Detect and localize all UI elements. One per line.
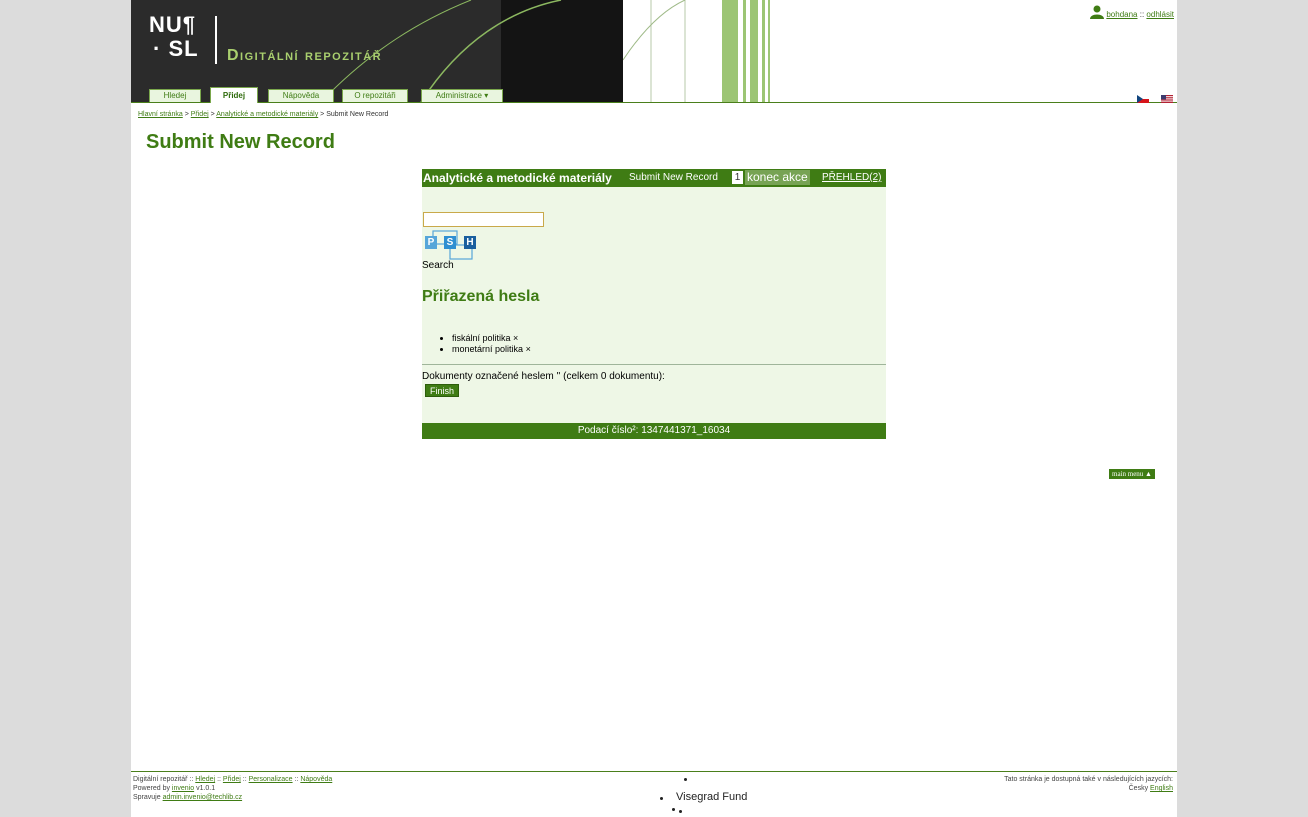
tab-pridej[interactable]: Přidej xyxy=(210,87,258,103)
remove-keyword-button[interactable]: × xyxy=(513,333,518,343)
page-title: Submit New Record xyxy=(146,131,335,153)
psh-letter-p: P xyxy=(425,236,437,249)
panel-header: Analytické a metodické materiály Submit … xyxy=(422,169,886,187)
footer-link-napoveda[interactable]: Nápověda xyxy=(300,776,332,783)
invenio-link[interactable]: invenio xyxy=(172,785,194,792)
keyword-item: fiskální politika × xyxy=(452,333,531,344)
keyword-item: monetární politika × xyxy=(452,344,531,355)
keyword-list: fiskální politika × monetární politika × xyxy=(452,333,531,355)
tab-administrace[interactable]: Administrace ▾ xyxy=(421,89,503,102)
visegrad-dot xyxy=(660,797,663,800)
psh-letter-s: S xyxy=(444,236,456,249)
visegrad-fund-logo: Visegrad Fund xyxy=(656,775,756,817)
en-flag-icon[interactable] xyxy=(1161,94,1173,103)
footer-right: Tato stránka je dostupná také v následuj… xyxy=(1004,775,1173,793)
breadcrumb-pridej[interactable]: Přidej xyxy=(191,111,209,118)
tab-hledej[interactable]: Hledej xyxy=(149,89,201,102)
user-area: bohdana :: odhlásit xyxy=(1090,5,1174,19)
logo-sl: · SL xyxy=(153,36,199,61)
submission-number: Podací číslo²: 1347441371_16034 xyxy=(422,423,886,439)
visegrad-dot xyxy=(684,778,687,781)
panel-divider xyxy=(422,364,886,365)
footer-link-hledej[interactable]: Hledej xyxy=(195,776,215,783)
managed-by-label: Spravuje xyxy=(133,794,161,801)
user-link[interactable]: bohdana xyxy=(1106,10,1137,19)
tab-napoveda[interactable]: Nápověda xyxy=(268,89,334,102)
site-title: Digitální repozitář xyxy=(227,47,383,64)
footer-link-personalizace[interactable]: Personalizace xyxy=(249,776,293,783)
breadcrumb-home[interactable]: Hlavní stránka xyxy=(138,111,183,118)
header: NU¶ · SL Digitální repozitář Hledej Přid… xyxy=(131,0,1177,103)
user-icon xyxy=(1090,5,1105,19)
submission-panel: Analytické a metodické materiály Submit … xyxy=(422,169,886,439)
header-stripes-decoration xyxy=(623,0,783,102)
action-label: Submit New Record xyxy=(629,172,718,183)
visegrad-text: Visegrad Fund xyxy=(676,791,748,803)
end-action-button[interactable]: konec akce xyxy=(745,170,810,185)
language-flags xyxy=(1129,90,1173,108)
powered-by-label: Powered by xyxy=(133,785,170,792)
logo-divider xyxy=(215,16,217,64)
keyword-label: fiskální politika xyxy=(452,333,511,343)
lang-cs-link[interactable]: Česky xyxy=(1129,785,1148,792)
banner: NU¶ · SL Digitální repozitář xyxy=(131,0,623,102)
breadcrumb-separator: > xyxy=(184,111,189,118)
logout-link[interactable]: odhlásit xyxy=(1146,10,1174,19)
language-note: Tato stránka je dostupná také v následuj… xyxy=(1004,776,1173,783)
psh-letter-h: H xyxy=(464,236,476,249)
search-input[interactable] xyxy=(423,212,544,227)
breadcrumb-separator: > xyxy=(320,111,325,118)
lang-en-link[interactable]: English xyxy=(1150,785,1173,792)
finish-button[interactable]: Finish xyxy=(425,384,460,397)
assigned-keywords-title: Přiřazená hesla xyxy=(422,288,540,305)
tab-o-repozitari[interactable]: O repozitáři xyxy=(342,89,408,102)
remove-keyword-button[interactable]: × xyxy=(526,344,531,354)
step-number[interactable]: 1 xyxy=(732,171,743,184)
breadcrumb-doctype[interactable]: Analytické a metodické materiály xyxy=(216,111,318,118)
documents-label: Dokumenty označené heslem '' (celkem 0 d… xyxy=(422,371,665,382)
breadcrumb: Hlavní stránka > Přidej > Analytické a m… xyxy=(138,111,388,118)
breadcrumb-separator: > xyxy=(210,111,215,118)
logo-nu: NU¶ xyxy=(149,12,197,37)
version-label: v1.0.1 xyxy=(196,785,216,792)
doctype-title: Analytické a metodické materiály xyxy=(423,171,612,185)
footer: Digitální repozitář :: Hledej :: Přidej … xyxy=(131,771,1177,817)
keyword-label: monetární politika xyxy=(452,344,524,354)
psh-logo[interactable]: P S H xyxy=(423,230,483,260)
breadcrumb-current: Submit New Record xyxy=(326,111,389,118)
visegrad-dot xyxy=(672,808,675,811)
main-menu-button[interactable]: main menu ▲ xyxy=(1109,469,1155,479)
overview-link[interactable]: PŘEHLED(2) xyxy=(822,172,881,183)
footer-left: Digitální repozitář :: Hledej :: Přidej … xyxy=(133,776,333,801)
footer-link-pridej[interactable]: Přidej xyxy=(223,776,241,783)
cs-flag-icon[interactable] xyxy=(1136,94,1149,103)
page: NU¶ · SL Digitální repozitář Hledej Přid… xyxy=(131,0,1177,817)
footer-site-name: Digitální repozitář :: xyxy=(133,776,194,783)
search-label: Search xyxy=(422,260,454,271)
user-separator: :: xyxy=(1139,10,1145,19)
visegrad-dot xyxy=(679,810,682,813)
admin-email-link[interactable]: admin.invenio@techlib.cz xyxy=(163,794,242,801)
